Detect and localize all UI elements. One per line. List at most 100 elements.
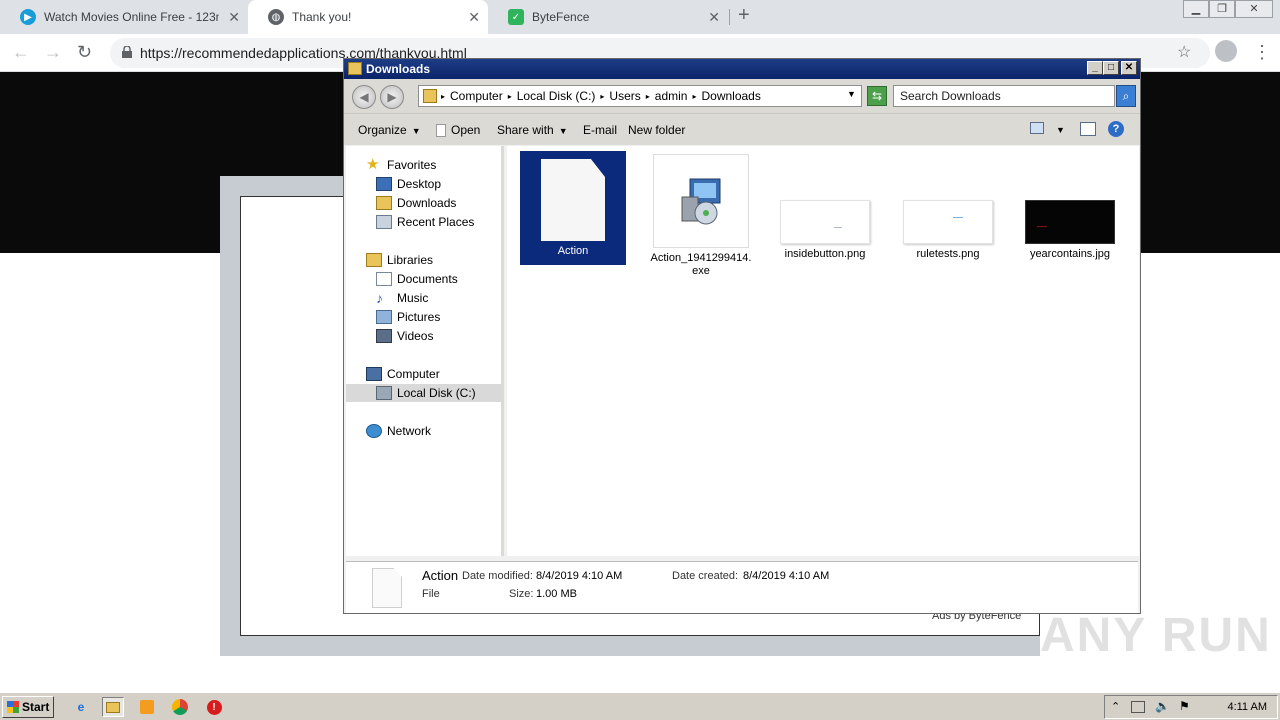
tab-movies[interactable]: ▶ Watch Movies Online Free - 123movi ✕: [0, 0, 248, 34]
tab-bytefence[interactable]: ✓ ByteFence ✕: [488, 0, 728, 34]
back-button[interactable]: ◀: [352, 85, 376, 109]
explorer-title-bar[interactable]: Downloads _ □ ✕: [344, 59, 1140, 79]
forward-button[interactable]: →: [44, 42, 62, 63]
new-folder-button[interactable]: New folder: [628, 123, 685, 137]
image-thumbnail: [1025, 200, 1115, 244]
modified-value: 8/4/2019 4:10 AM: [536, 570, 623, 582]
share-with-button[interactable]: Share with ▼: [497, 123, 568, 137]
image-thumbnail: [780, 200, 870, 244]
file-item-action-exe[interactable]: Action_1941299414.exe: [648, 154, 754, 278]
network-tray-icon[interactable]: [1131, 701, 1145, 713]
search-input[interactable]: Search Downloads: [893, 85, 1115, 107]
nav-pictures[interactable]: Pictures: [376, 308, 440, 326]
nav-documents[interactable]: Documents: [376, 270, 458, 288]
command-bar: Organize ▼ Open Share with ▼ E-mail New fo…: [344, 113, 1140, 145]
libraries-icon: [366, 253, 382, 267]
tab-title: Watch Movies Online Free - 123movi: [44, 10, 219, 24]
tab-strip: ▶ Watch Movies Online Free - 123movi ✕ ◍…: [0, 0, 1280, 34]
music-icon: ♪: [376, 290, 383, 306]
downloads-folder-icon: [376, 196, 392, 210]
email-button[interactable]: E-mail: [583, 123, 617, 137]
close-button[interactable]: ✕: [1121, 61, 1137, 75]
address-row: ◀ ▶ ▸ Computer ▸ Local Disk (C:) ▸ Users…: [344, 79, 1140, 113]
stop-icon[interactable]: !: [203, 697, 225, 717]
close-tab-icon[interactable]: ✕: [468, 9, 480, 26]
tab-thank-you[interactable]: ◍ Thank you! ✕: [248, 0, 488, 34]
close-tab-icon[interactable]: ✕: [228, 9, 240, 26]
open-button[interactable]: Open: [436, 123, 480, 138]
star-icon: ★: [366, 156, 380, 173]
breadcrumb-local-disk[interactable]: Local Disk (C:): [517, 89, 596, 103]
watermark: ANY RUN: [1040, 609, 1272, 662]
breadcrumb-downloads[interactable]: Downloads: [701, 89, 760, 103]
globe-icon: ◍: [268, 9, 284, 25]
chevron-down-icon[interactable]: ▼: [1056, 125, 1065, 135]
nav-libraries[interactable]: Libraries: [366, 251, 433, 269]
window-title: Downloads: [366, 62, 431, 76]
media-player-icon[interactable]: [136, 697, 158, 717]
preview-pane-icon[interactable]: [1080, 122, 1096, 136]
nav-network[interactable]: Network: [366, 422, 431, 440]
new-tab-button[interactable]: +: [738, 4, 750, 27]
close-window-button[interactable]: ✕: [1235, 0, 1273, 18]
minimize-button[interactable]: _: [1087, 61, 1103, 75]
minimize-button[interactable]: ▁: [1183, 0, 1209, 18]
help-icon[interactable]: ?: [1108, 121, 1124, 137]
breadcrumb-admin[interactable]: admin: [655, 89, 688, 103]
videos-icon: [376, 329, 392, 343]
file-name: yearcontains.jpg: [1029, 248, 1111, 260]
menu-kebab-icon[interactable]: ⋮: [1253, 42, 1271, 63]
file-item-action[interactable]: Action: [520, 151, 626, 265]
tab-title: ByteFence: [532, 10, 590, 24]
nav-local-disk[interactable]: Local Disk (C:): [346, 384, 501, 402]
shield-icon: ✓: [508, 9, 524, 25]
details-pane: Action Date modified: 8/4/2019 4:10 AM D…: [346, 561, 1138, 613]
recent-places-icon: [376, 215, 392, 229]
bookmark-star-icon[interactable]: ☆: [1177, 42, 1191, 62]
internet-explorer-icon[interactable]: e: [70, 697, 92, 717]
volume-icon[interactable]: 🔈: [1155, 699, 1170, 713]
computer-icon: [366, 367, 382, 381]
clock[interactable]: 4:11 AM: [1227, 701, 1267, 713]
nav-videos[interactable]: Videos: [376, 327, 433, 345]
maximize-button[interactable]: □: [1103, 61, 1119, 75]
created-value: 8/4/2019 4:10 AM: [743, 570, 830, 582]
details-file-name: Action: [422, 568, 459, 583]
chrome-icon[interactable]: [169, 697, 191, 717]
tray-expand-icon[interactable]: ⌃: [1111, 700, 1120, 713]
chevron-right-icon: ▸: [441, 91, 446, 101]
chevron-right-icon: ▸: [600, 91, 605, 101]
breadcrumb[interactable]: ▸ Computer ▸ Local Disk (C:) ▸ Users ▸ a…: [418, 85, 862, 107]
tab-title: Thank you!: [292, 10, 352, 24]
close-tab-icon[interactable]: ✕: [708, 9, 720, 26]
reload-button[interactable]: ↻: [77, 42, 92, 63]
chevron-down-icon[interactable]: ▼: [847, 89, 856, 99]
size-label: Size:: [509, 588, 534, 600]
nav-recent-places[interactable]: Recent Places: [376, 213, 474, 231]
explorer-taskbar-button[interactable]: [102, 697, 124, 717]
windows-logo-icon: [7, 701, 19, 713]
file-item-yearcontains[interactable]: yearcontains.jpg: [1017, 154, 1123, 261]
file-item-ruletests[interactable]: ruletests.png: [895, 154, 1001, 261]
search-icon[interactable]: ⌕: [1116, 85, 1136, 107]
organize-button[interactable]: Organize ▼: [358, 123, 421, 137]
nav-music[interactable]: ♪ Music: [376, 289, 428, 307]
profile-avatar[interactable]: [1215, 40, 1237, 62]
nav-favorites[interactable]: ★ Favorites: [366, 156, 436, 174]
start-button[interactable]: Start: [2, 696, 54, 718]
flag-icon[interactable]: ⚑: [1179, 699, 1190, 713]
forward-button[interactable]: ▶: [380, 85, 404, 109]
file-item-insidebutton[interactable]: insidebutton.png: [772, 154, 878, 261]
breadcrumb-users[interactable]: Users: [609, 89, 640, 103]
nav-desktop[interactable]: Desktop: [376, 175, 441, 193]
restore-button[interactable]: ❐: [1209, 0, 1235, 18]
nav-computer[interactable]: Computer: [366, 365, 440, 383]
breadcrumb-computer[interactable]: Computer: [450, 89, 503, 103]
image-thumbnail: [903, 200, 993, 244]
back-button[interactable]: ←: [12, 42, 30, 63]
refresh-button[interactable]: ⇆: [867, 86, 887, 106]
nav-downloads[interactable]: Downloads: [376, 194, 456, 212]
chevron-right-icon: ▸: [645, 91, 650, 101]
view-icon[interactable]: [1030, 122, 1044, 134]
navigation-pane: ★ Favorites Desktop Downloads Recent Plac…: [346, 146, 504, 556]
